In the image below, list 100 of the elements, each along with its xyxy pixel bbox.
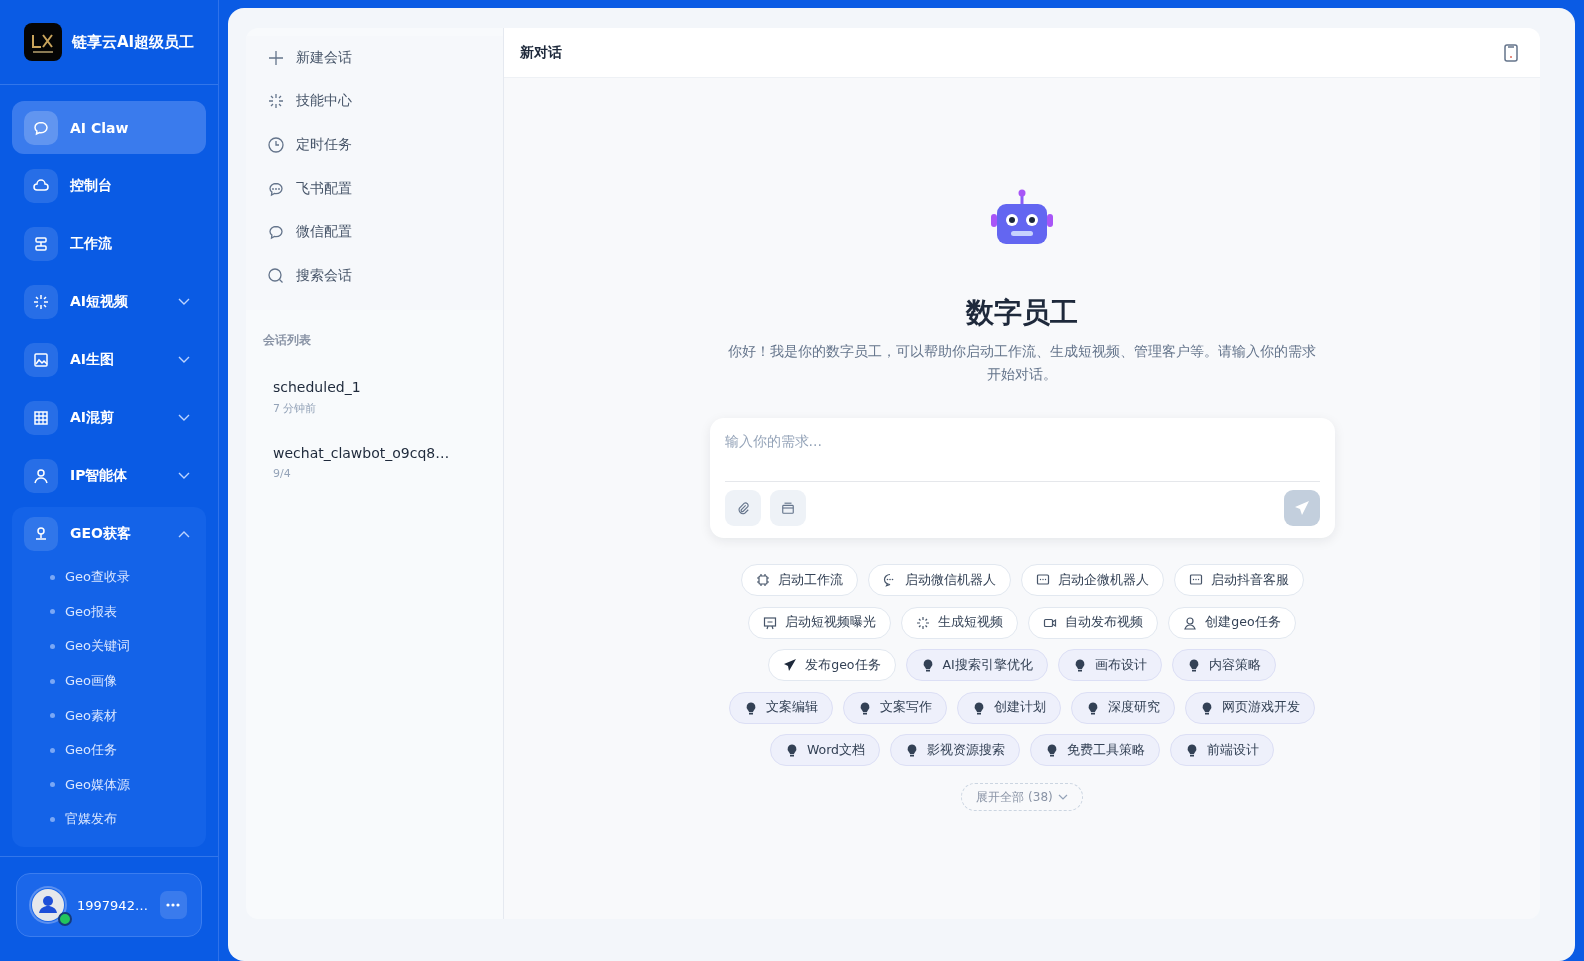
menu-item[interactable]: 飞书配置 xyxy=(246,166,503,211)
chevron-down-icon xyxy=(178,355,190,364)
presentation-icon xyxy=(763,615,778,630)
message-field[interactable]: 输入你的需求... xyxy=(709,418,1335,538)
bullet-icon xyxy=(50,816,55,822)
submenu-item[interactable]: Geo报表 xyxy=(12,594,206,630)
action-chip[interactable]: 启动短视频曝光 xyxy=(748,606,892,639)
menu-item[interactable]: 技能中心 xyxy=(246,79,503,124)
plus-icon xyxy=(268,49,284,66)
skill-chip[interactable]: 影视资源搜索 xyxy=(890,734,1021,766)
person-pin-icon xyxy=(1183,615,1198,630)
submenu-label: Geo素材 xyxy=(65,706,118,725)
cloud-icon xyxy=(33,177,49,194)
chip-icon xyxy=(755,573,770,587)
skill-chip[interactable]: 深度研究 xyxy=(1071,691,1175,724)
action-chip[interactable]: 生成短视频 xyxy=(901,606,1019,639)
app-title: 链享云AI超级员工 xyxy=(72,32,195,52)
grid-icon xyxy=(33,409,49,426)
box-icon xyxy=(780,501,795,515)
action-chip[interactable]: 创建geo任务 xyxy=(1168,606,1296,639)
action-chip[interactable]: 启动工作流 xyxy=(740,564,858,596)
submenu-label: 官媒发布 xyxy=(65,810,117,829)
nav-item[interactable]: AI混剪 xyxy=(12,391,206,444)
action-chip[interactable]: 发布geo任务 xyxy=(768,649,896,681)
search-icon xyxy=(268,267,284,284)
submenu-item[interactable]: Geo画像 xyxy=(12,663,206,699)
image-icon xyxy=(33,351,49,368)
conversation-item[interactable]: scheduled_1 7 分钟前 xyxy=(246,368,503,415)
lightbulb-icon xyxy=(744,700,758,715)
submenu-item[interactable]: Geo关键词 xyxy=(12,629,206,664)
menu-item[interactable]: 定时任务 xyxy=(246,123,503,167)
submenu-item[interactable]: Geo查收录 xyxy=(12,560,206,595)
bullet-icon xyxy=(50,574,55,580)
submenu-label: Geo媒体源 xyxy=(65,775,131,794)
paper-plane-icon xyxy=(783,658,798,672)
chevron-down-icon xyxy=(178,413,190,422)
paper-plane-icon xyxy=(1293,500,1310,516)
nav-item[interactable]: AI Claw xyxy=(12,101,206,154)
skill-chip[interactable]: 创建计划 xyxy=(957,691,1061,724)
chevron-down-icon xyxy=(1057,794,1068,800)
paperclip-icon xyxy=(735,501,750,515)
submenu-label: Geo画像 xyxy=(65,672,118,691)
workflow-icon xyxy=(33,235,49,252)
bullet-icon xyxy=(50,713,55,719)
more-button[interactable] xyxy=(159,891,187,919)
sparkle-icon xyxy=(33,293,49,310)
skill-chip[interactable]: 文案编辑 xyxy=(729,691,833,724)
nav-item[interactable]: AI短视频 xyxy=(12,275,206,328)
submenu-item[interactable]: Geo任务 xyxy=(12,732,206,768)
nav-item[interactable]: 控制台 xyxy=(12,159,206,212)
submenu-label: Geo查收录 xyxy=(65,568,131,587)
message-icon xyxy=(1188,573,1203,587)
sparkle-icon xyxy=(268,93,284,110)
heading: 数字员工 xyxy=(966,295,1078,331)
sparkle-icon xyxy=(916,615,931,630)
send-button[interactable] xyxy=(1283,490,1320,526)
submenu-label: Geo任务 xyxy=(65,741,118,760)
menu-item[interactable]: 微信配置 xyxy=(246,210,503,254)
skill-chip[interactable]: 文案写作 xyxy=(843,691,947,724)
user-card[interactable]: 1997942… xyxy=(16,873,202,937)
logo-icon xyxy=(24,23,62,61)
message-icon xyxy=(1035,573,1050,587)
submenu-item[interactable]: 官媒发布 xyxy=(12,802,206,837)
menu-item[interactable]: 新建会话 xyxy=(246,36,503,80)
skill-chip[interactable]: AI搜索引擎优化 xyxy=(905,649,1048,681)
bullet-icon xyxy=(50,644,55,649)
nav-item[interactable]: 工作流 xyxy=(12,217,206,270)
user-name: 1997942… xyxy=(77,897,148,913)
action-chip[interactable]: 启动企微机器人 xyxy=(1020,564,1164,596)
person-icon xyxy=(33,467,49,484)
menu-item[interactable]: 搜索会话 xyxy=(246,253,503,298)
skill-chip[interactable]: 内容策略 xyxy=(1171,649,1276,681)
skill-chip[interactable]: 前端设计 xyxy=(1170,734,1275,766)
ellipsis-icon xyxy=(166,903,181,907)
conversation-item[interactable]: wechat_clawbot_o9cq8… 9/4 xyxy=(246,434,503,481)
lightbulb-icon xyxy=(1200,700,1214,715)
box-button[interactable] xyxy=(769,490,806,526)
skill-chip[interactable]: 画布设计 xyxy=(1057,649,1162,681)
lightbulb-icon xyxy=(858,700,872,715)
action-chip[interactable]: 启动微信机器人 xyxy=(867,564,1011,596)
attach-button[interactable] xyxy=(724,490,761,526)
bullet-icon xyxy=(50,747,55,753)
action-chip[interactable]: 自动发布视频 xyxy=(1028,606,1159,639)
chevron-down-icon xyxy=(178,471,190,480)
chevron-up-icon xyxy=(178,529,190,538)
nav-item[interactable]: AI生图 xyxy=(12,333,206,386)
intro-text: 你好！我是你的数字员工，可以帮助你启动工作流、生成短视频、管理客户等。请输入你的需求开始对话。 xyxy=(727,342,1317,384)
nav-item[interactable]: IP智能体 xyxy=(12,449,206,502)
bullet-icon xyxy=(50,782,55,788)
skill-chip[interactable]: 免费工具策略 xyxy=(1030,734,1161,766)
chat-bubble-icon xyxy=(268,224,284,241)
submenu-item[interactable]: Geo媒体源 xyxy=(12,767,206,803)
skill-chip[interactable]: 网页游戏开发 xyxy=(1185,691,1315,724)
action-chip[interactable]: 启动抖音客服 xyxy=(1173,564,1304,596)
skill-chip[interactable]: Word文档 xyxy=(769,734,881,766)
tablet-icon[interactable] xyxy=(1504,43,1518,62)
bullet-icon xyxy=(50,678,55,684)
nav-item[interactable]: GEO获客 xyxy=(12,507,206,560)
lightbulb-icon xyxy=(972,700,986,715)
submenu-item[interactable]: Geo素材 xyxy=(12,698,206,733)
